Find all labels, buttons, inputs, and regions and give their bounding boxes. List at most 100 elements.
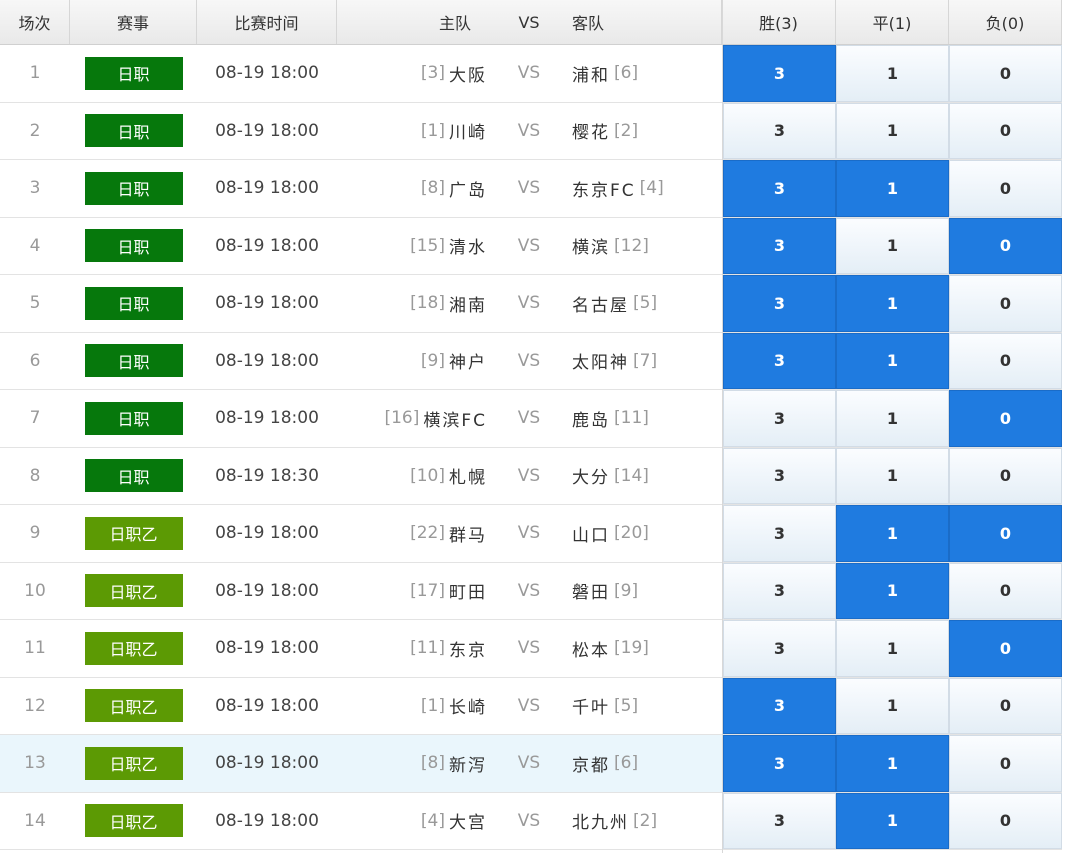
lose-option-button[interactable]: 0 [949,562,1062,619]
win-option-button[interactable]: 3 [723,562,836,619]
away-rank: [6] [614,753,639,774]
match-time: 08-19 18:00 [215,63,319,84]
away-name: 磐田 [572,583,610,604]
lose-option-button[interactable]: 0 [949,735,1062,792]
lose-option-button[interactable]: 0 [949,620,1062,677]
lose-option-button[interactable]: 0 [949,390,1062,447]
home-rank: [16] [384,408,420,429]
away-name: 京都 [572,755,610,776]
lose-option-button[interactable]: 0 [949,217,1062,274]
win-option-button[interactable]: 3 [723,677,836,734]
home-rank: [1] [420,695,445,716]
match-row: 10 日职乙 08-19 18:00 [17] 町田 VS 磐田 [9] 3 1 0 [0,562,1062,620]
win-option-button[interactable]: 3 [723,390,836,447]
league-badge: 日职乙 [84,689,183,723]
vs-label: VS [517,293,541,314]
draw-option-button[interactable]: 1 [836,735,949,792]
league-badge: 日职乙 [84,516,183,550]
header-time: 比赛时间 [197,0,337,44]
win-option-button[interactable]: 3 [723,620,836,677]
away-rank: [11] [614,408,649,429]
draw-option-button[interactable]: 1 [836,45,949,102]
lose-option-button[interactable]: 0 [949,45,1062,102]
vs-label: VS [517,120,541,141]
away-rank: [19] [614,638,649,659]
league-cell: 日职乙 [70,620,197,677]
draw-option-button[interactable]: 1 [836,792,949,849]
match-time: 08-19 18:00 [215,350,319,371]
home-name: 大阪 [449,65,487,86]
match-row: 8 日职 08-19 18:30 [10] 札幌 VS 大分 [14] 3 1 0 [0,447,1062,505]
home-team: [10] 札幌 [337,448,487,505]
vs-label: VS [517,810,541,831]
home-rank: [15] [410,235,445,256]
match-number: 13 [24,753,46,774]
match-time: 08-19 18:00 [215,695,319,716]
draw-option-button[interactable]: 1 [836,217,949,274]
match-row: 6 日职 08-19 18:00 [9] 神户 VS 太阳神 [7] 3 1 0 [0,332,1062,390]
lose-option-button[interactable]: 0 [949,792,1062,849]
home-name: 湘南 [449,295,487,316]
vs-label: VS [517,753,541,774]
league-cell: 日职乙 [70,505,197,562]
draw-option-button[interactable]: 1 [836,677,949,734]
away-rank: [7] [633,350,658,371]
draw-option-button[interactable]: 1 [836,275,949,332]
win-option-button[interactable]: 3 [723,45,836,102]
match-number: 3 [29,178,41,199]
win-option-button[interactable]: 3 [723,275,836,332]
win-option-button[interactable]: 3 [723,217,836,274]
draw-option-button[interactable]: 1 [836,390,949,447]
draw-option-button[interactable]: 1 [836,447,949,504]
win-option-button[interactable]: 3 [723,792,836,849]
away-team: 北九州 [2] [572,793,722,850]
lose-option-button[interactable]: 0 [949,447,1062,504]
win-option-button[interactable]: 3 [723,447,836,504]
lose-option-button[interactable]: 0 [949,677,1062,734]
draw-option-button[interactable]: 1 [836,160,949,217]
match-number: 8 [29,465,41,486]
away-team: 鹿岛 [11] [572,390,722,447]
vs-label: VS [517,580,541,601]
home-name: 群马 [449,525,487,546]
draw-option-button[interactable]: 1 [836,620,949,677]
draw-option-button[interactable]: 1 [836,102,949,159]
win-option-button[interactable]: 3 [723,735,836,792]
lose-option-button[interactable]: 0 [949,160,1062,217]
lose-option-button[interactable]: 0 [949,332,1062,389]
home-name: 札幌 [449,468,487,489]
away-rank: [6] [614,63,639,84]
match-number: 7 [29,408,41,429]
league-badge: 日职乙 [84,746,183,780]
home-rank: [9] [420,350,445,371]
match-number: 10 [24,580,46,601]
lose-option-button[interactable]: 0 [949,505,1062,562]
win-option-button[interactable]: 3 [723,102,836,159]
league-cell: 日职 [70,390,197,447]
win-option-button[interactable]: 3 [723,332,836,389]
away-name: 山口 [572,525,610,546]
lose-option-button[interactable]: 0 [949,102,1062,159]
away-rank: [20] [614,523,649,544]
away-team: 千叶 [5] [572,678,722,735]
draw-option-button[interactable]: 1 [836,332,949,389]
header-win: 胜(3) [722,0,836,44]
lose-option-button[interactable]: 0 [949,275,1062,332]
away-name: 浦和 [572,65,610,86]
home-team: [15] 清水 [337,218,487,275]
match-time: 08-19 18:00 [215,235,319,256]
draw-option-button[interactable]: 1 [836,562,949,619]
header-no: 场次 [0,0,70,44]
match-number: 9 [29,523,41,544]
win-option-button[interactable]: 3 [723,160,836,217]
draw-option-button[interactable]: 1 [836,505,949,562]
match-time: 08-19 18:00 [215,753,319,774]
match-row: 12 日职乙 08-19 18:00 [1] 长崎 VS 千叶 [5] 3 1 0 [0,677,1062,735]
header-away: 客队 [558,0,722,44]
home-name: 清水 [449,238,487,259]
home-rank: [8] [420,753,445,774]
win-option-button[interactable]: 3 [723,505,836,562]
match-row: 3 日职 08-19 18:00 [8] 广岛 VS 东京FC [4] 3 1 0 [0,160,1062,218]
match-row: 2 日职 08-19 18:00 [1] 川崎 VS 樱花 [2] 3 1 0 [0,102,1062,160]
home-rank: [1] [420,120,445,141]
